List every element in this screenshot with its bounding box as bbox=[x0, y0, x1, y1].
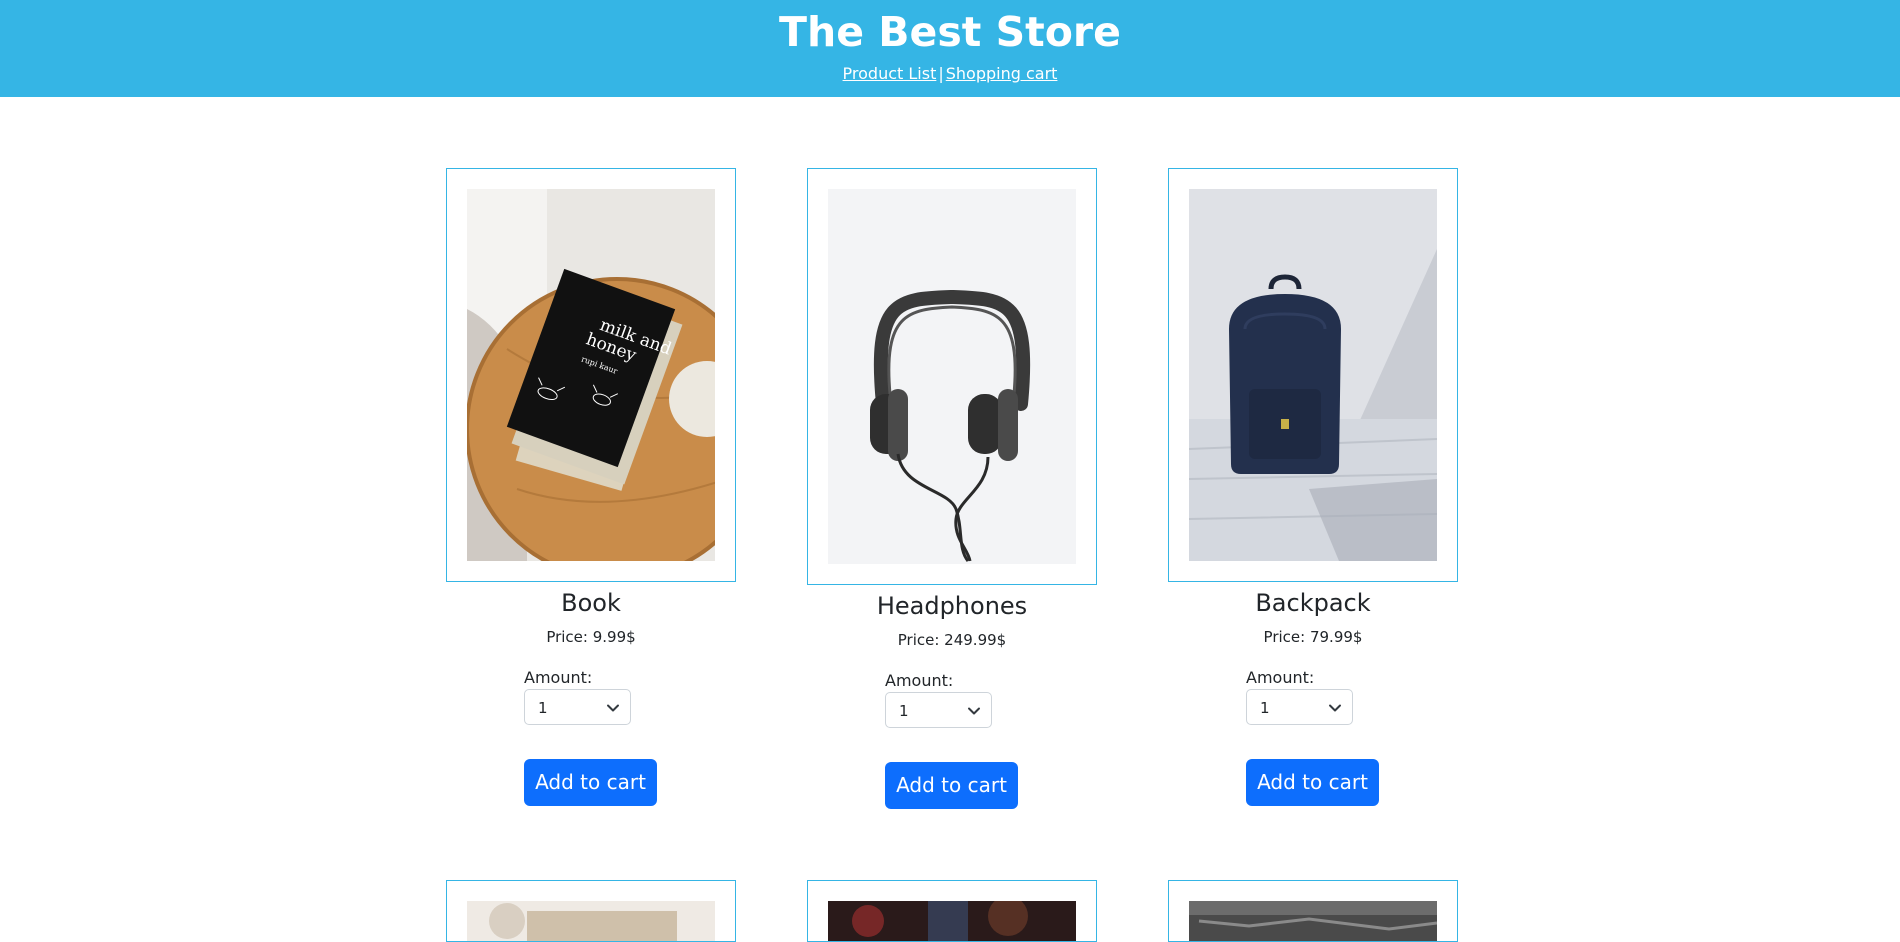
product-list-link[interactable]: Product List bbox=[843, 64, 937, 83]
product-image-frame bbox=[1168, 880, 1458, 942]
nav-separator: | bbox=[938, 64, 944, 83]
amount-value: 1 bbox=[899, 702, 909, 720]
product-price: Price: 9.99$ bbox=[546, 628, 636, 646]
product-name: Book bbox=[561, 589, 621, 617]
add-to-cart-button[interactable]: Add to cart bbox=[885, 762, 1018, 809]
product-image-frame bbox=[446, 880, 736, 942]
shopping-cart-link[interactable]: Shopping cart bbox=[946, 64, 1058, 83]
product-price: Price: 79.99$ bbox=[1263, 628, 1363, 646]
amount-label: Amount: bbox=[1246, 668, 1315, 687]
chevron-down-icon bbox=[1328, 700, 1342, 719]
add-to-cart-button[interactable]: Add to cart bbox=[524, 759, 657, 806]
book-image: milk and honey rupi kaur bbox=[467, 189, 715, 561]
site-header: The Best Store Product List | Shopping car… bbox=[0, 0, 1900, 97]
store-title: The Best Store bbox=[779, 8, 1121, 56]
chevron-down-icon bbox=[967, 703, 981, 722]
product-image bbox=[467, 901, 715, 941]
backpack-image bbox=[1189, 189, 1437, 561]
product-name: Backpack bbox=[1255, 589, 1371, 617]
amount-select[interactable]: 1 bbox=[524, 689, 631, 725]
product-image-frame: milk and honey rupi kaur bbox=[446, 168, 736, 582]
amount-label: Amount: bbox=[524, 668, 593, 687]
product-image bbox=[1189, 901, 1437, 941]
headphones-image bbox=[828, 189, 1076, 564]
product-image-frame bbox=[807, 880, 1097, 942]
amount-select[interactable]: 1 bbox=[885, 692, 992, 728]
product-image bbox=[828, 901, 1076, 941]
product-image-frame bbox=[1168, 168, 1458, 582]
main-nav: Product List | Shopping cart bbox=[0, 64, 1900, 84]
amount-value: 1 bbox=[538, 699, 548, 717]
product-name: Headphones bbox=[876, 592, 1028, 620]
amount-value: 1 bbox=[1260, 699, 1270, 717]
amount-select[interactable]: 1 bbox=[1246, 689, 1353, 725]
amount-label: Amount: bbox=[885, 671, 954, 690]
add-to-cart-button[interactable]: Add to cart bbox=[1246, 759, 1379, 806]
chevron-down-icon bbox=[606, 700, 620, 719]
product-price: Price: 249.99$ bbox=[897, 631, 1007, 649]
product-image-frame bbox=[807, 168, 1097, 585]
